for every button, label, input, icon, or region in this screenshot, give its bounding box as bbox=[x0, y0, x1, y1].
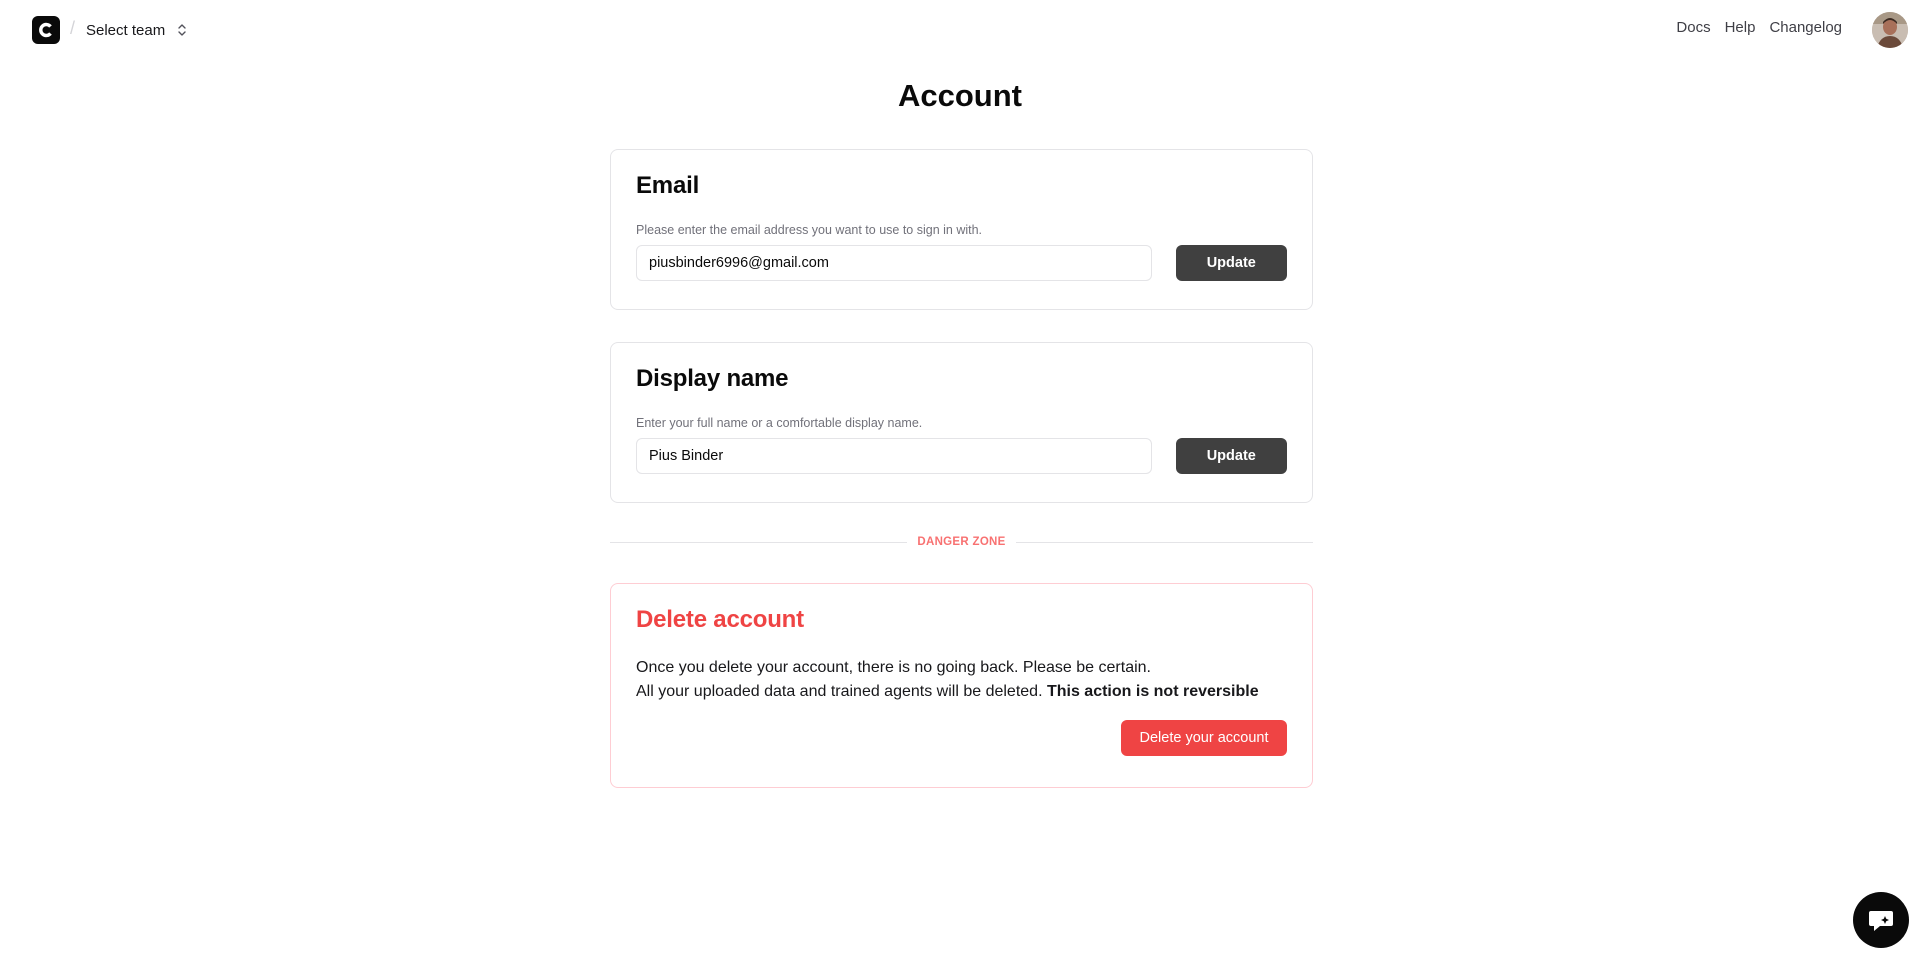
update-display-name-button[interactable]: Update bbox=[1175, 438, 1287, 474]
divider-line-right bbox=[1015, 541, 1313, 543]
display-name-card-title: Display name bbox=[636, 365, 789, 392]
team-select[interactable]: Select team bbox=[86, 18, 189, 42]
delete-account-button[interactable]: Delete your account bbox=[1121, 720, 1287, 756]
team-select-label: Select team bbox=[86, 21, 166, 39]
display-name-input[interactable] bbox=[636, 438, 1152, 474]
user-avatar[interactable] bbox=[1872, 12, 1908, 48]
display-name-card: Display name Enter your full name or a c… bbox=[610, 342, 1313, 503]
delete-account-card: Delete account Once you delete your acco… bbox=[610, 583, 1313, 788]
chat-icon bbox=[1869, 911, 1893, 931]
delete-warning-emphasis: This action is not reversible bbox=[1046, 683, 1259, 700]
display-name-field-row: Update bbox=[636, 438, 1287, 474]
update-email-button[interactable]: Update bbox=[1175, 245, 1287, 281]
delete-account-warning: Once you delete your account, there is n… bbox=[636, 656, 1287, 704]
delete-account-title: Delete account bbox=[636, 606, 804, 633]
top-nav: Docs Help Changelog bbox=[1676, 19, 1842, 36]
page-title: Account bbox=[898, 78, 1022, 113]
danger-zone-divider: DANGER ZONE bbox=[610, 535, 1313, 549]
logo-icon[interactable] bbox=[32, 16, 60, 44]
nav-help-link[interactable]: Help bbox=[1725, 19, 1756, 36]
email-card-description: Please enter the email address you want … bbox=[636, 223, 983, 237]
delete-warning-line2: All your uploaded data and trained agent… bbox=[636, 683, 1043, 700]
email-card-title: Email bbox=[636, 172, 700, 199]
email-field-row: Update bbox=[636, 245, 1287, 281]
top-bar: / Select team Docs Help Changelog bbox=[0, 0, 1920, 60]
display-name-card-description: Enter your full name or a comfortable di… bbox=[636, 416, 923, 430]
chevron-up-down-icon bbox=[178, 24, 186, 36]
email-card: Email Please enter the email address you… bbox=[610, 149, 1313, 310]
breadcrumb-separator: / bbox=[70, 18, 76, 38]
divider-line-left bbox=[610, 541, 908, 543]
nav-docs-link[interactable]: Docs bbox=[1676, 19, 1710, 36]
nav-changelog-link[interactable]: Changelog bbox=[1769, 19, 1842, 36]
chat-widget-button[interactable] bbox=[1853, 892, 1909, 948]
email-input[interactable] bbox=[636, 245, 1152, 281]
delete-warning-line1: Once you delete your account, there is n… bbox=[636, 659, 1151, 676]
danger-zone-label: DANGER ZONE bbox=[917, 536, 1006, 548]
